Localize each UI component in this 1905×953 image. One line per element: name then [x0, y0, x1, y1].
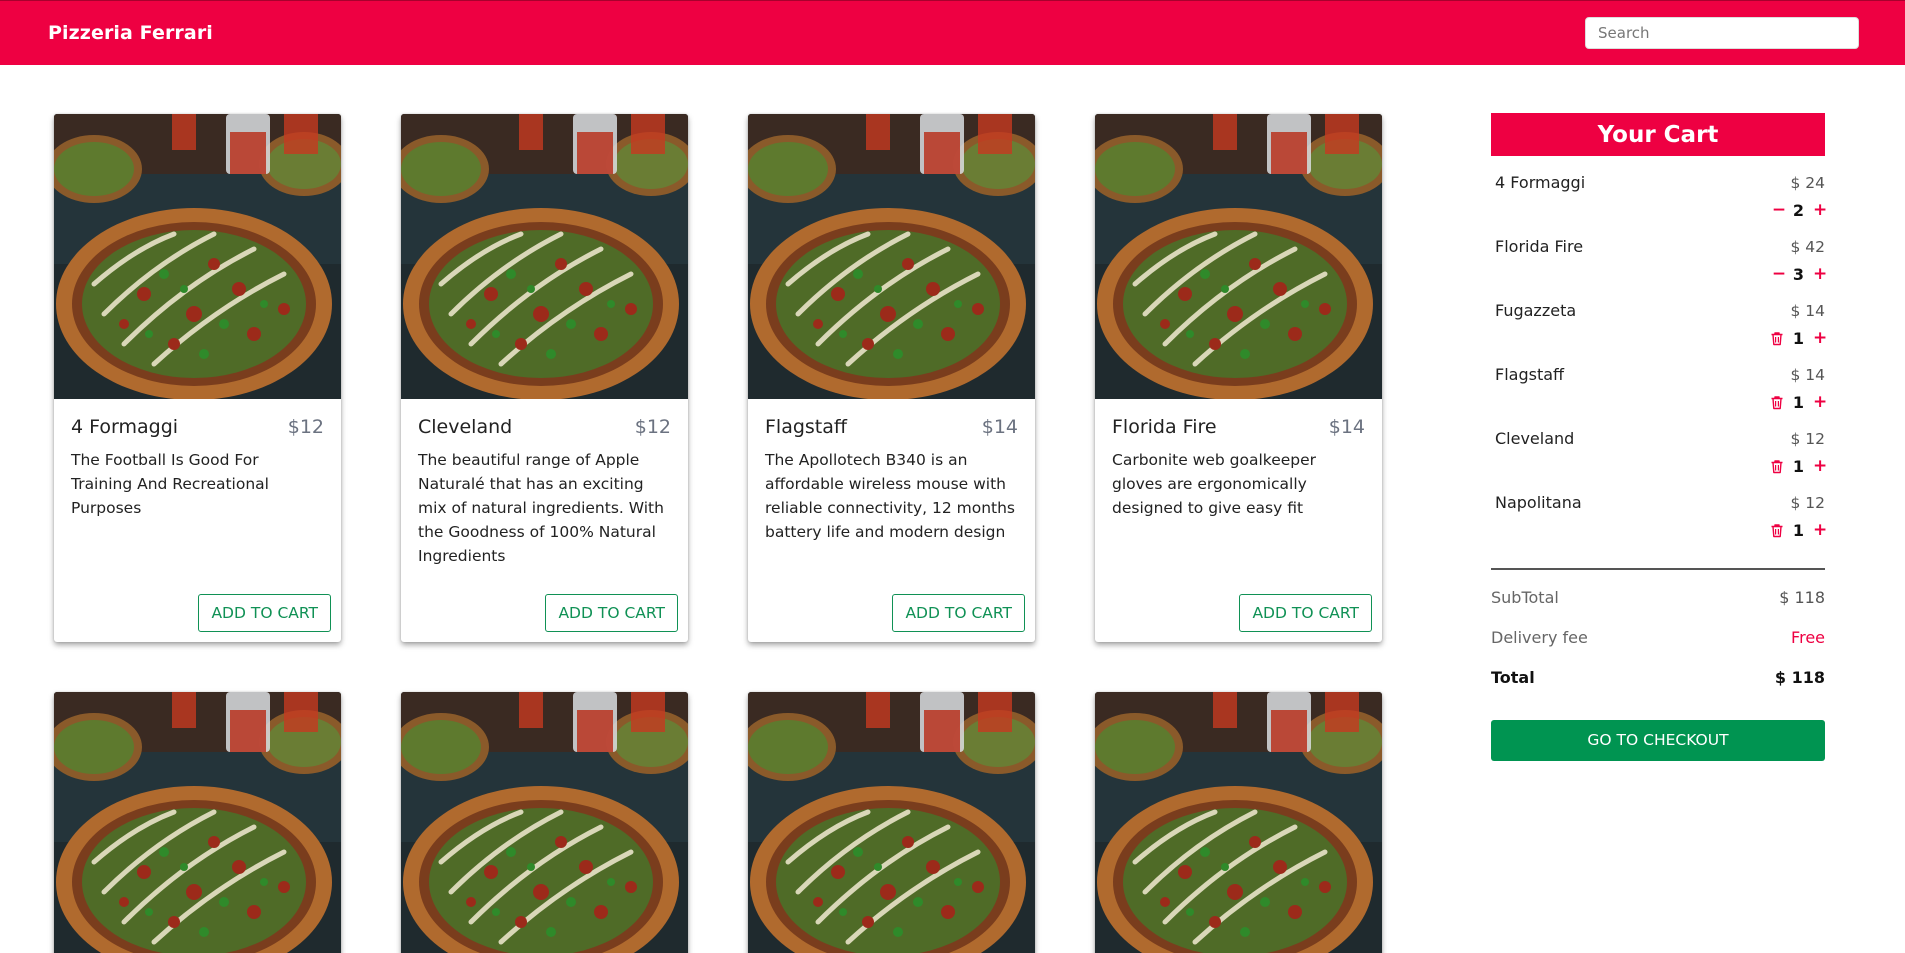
cart-item-quantity: 1: [1792, 520, 1804, 540]
product-card: Cleveland $12 The beautiful range of App…: [401, 114, 688, 642]
product-card: [401, 692, 688, 953]
cart-item-name: Fugazzeta: [1495, 301, 1577, 320]
pizza-image: [1095, 692, 1382, 953]
delivery-label: Delivery fee: [1491, 628, 1588, 647]
product-grid: 4 Formaggi $12 The Football Is Good For …: [54, 114, 1382, 953]
pizza-image: [54, 692, 341, 953]
product-card: Florida Fire $14 Carbonite web goalkeepe…: [1095, 114, 1382, 642]
pizza-image: [401, 114, 688, 399]
pizza-image: [748, 114, 1035, 399]
cart-item-name: Flagstaff: [1495, 365, 1565, 384]
cart-item-price: $ 24: [1790, 174, 1825, 192]
pizza-image: [54, 114, 341, 399]
add-to-cart-button[interactable]: ADD TO CART: [198, 594, 331, 632]
subtotal-row: SubTotal $ 118: [1491, 578, 1825, 618]
product-price: $14: [981, 416, 1018, 438]
trash-icon[interactable]: [1770, 331, 1784, 346]
trash-icon[interactable]: [1770, 395, 1784, 410]
plus-icon[interactable]: +: [1813, 456, 1827, 476]
plus-icon[interactable]: +: [1813, 328, 1827, 348]
delivery-value: Free: [1791, 628, 1825, 647]
trash-icon[interactable]: [1770, 459, 1784, 474]
product-card: [54, 692, 341, 953]
product-card: Flagstaff $14 The Apollotech B340 is an …: [748, 114, 1035, 642]
product-description: The Football Is Good For Training And Re…: [71, 451, 269, 517]
plus-icon[interactable]: +: [1813, 520, 1827, 540]
product-name: Florida Fire: [1112, 416, 1217, 438]
cart-item-quantity: 1: [1792, 392, 1804, 412]
cart-item: Napolitana $ 12 1 +: [1491, 492, 1827, 556]
add-to-cart-button[interactable]: ADD TO CART: [1239, 594, 1372, 632]
pizza-image: [1095, 114, 1382, 399]
cart-items: 4 Formaggi $ 24 − 2 + Florida Fire $ 42 …: [1491, 156, 1827, 556]
total-row: Total $ 118: [1491, 658, 1825, 698]
top-navbar: Pizzeria Ferrari: [0, 0, 1905, 65]
product-price: $12: [634, 416, 671, 438]
search-input[interactable]: [1585, 17, 1859, 49]
cart-panel: Your Cart 4 Formaggi $ 24 − 2 + Florida …: [1491, 113, 1827, 761]
brand-logo-text[interactable]: Pizzeria Ferrari: [48, 22, 213, 44]
product-card: [748, 692, 1035, 953]
cart-item: 4 Formaggi $ 24 − 2 +: [1491, 172, 1827, 236]
cart-item-name: Florida Fire: [1495, 237, 1584, 256]
minus-icon[interactable]: −: [1772, 200, 1786, 220]
cart-item-price: $ 12: [1790, 430, 1825, 448]
cart-title: Your Cart: [1491, 113, 1825, 156]
cart-item-price: $ 14: [1790, 366, 1825, 384]
delivery-row: Delivery fee Free: [1491, 618, 1825, 658]
cart-item: Florida Fire $ 42 − 3 +: [1491, 236, 1827, 300]
plus-icon[interactable]: +: [1813, 264, 1827, 284]
cart-item: Fugazzeta $ 14 1 +: [1491, 300, 1827, 364]
cart-item-name: Cleveland: [1495, 429, 1575, 448]
product-description: The beautiful range of Apple Naturalé th…: [418, 451, 664, 565]
product-card: [1095, 692, 1382, 953]
total-label: Total: [1491, 668, 1535, 687]
product-price: $12: [287, 416, 324, 438]
pizza-image: [748, 692, 1035, 953]
plus-icon[interactable]: +: [1813, 392, 1827, 412]
cart-item-price: $ 14: [1790, 302, 1825, 320]
cart-item-quantity: 2: [1792, 200, 1804, 220]
total-value: $ 118: [1774, 668, 1825, 687]
add-to-cart-button[interactable]: ADD TO CART: [892, 594, 1025, 632]
trash-icon[interactable]: [1770, 523, 1784, 538]
product-description: Carbonite web goalkeeper gloves are ergo…: [1112, 451, 1317, 517]
checkout-button[interactable]: GO TO CHECKOUT: [1491, 719, 1825, 761]
cart-item-quantity: 1: [1792, 328, 1804, 348]
cart-item-price: $ 12: [1790, 494, 1825, 512]
product-card: 4 Formaggi $12 The Football Is Good For …: [54, 114, 341, 642]
cart-item: Flagstaff $ 14 1 +: [1491, 364, 1827, 428]
subtotal-label: SubTotal: [1491, 588, 1559, 607]
product-description: The Apollotech B340 is an affordable wir…: [765, 451, 1015, 541]
pizza-image: [401, 692, 688, 953]
product-name: 4 Formaggi: [71, 416, 179, 438]
product-name: Cleveland: [418, 416, 513, 438]
cart-item-name: Napolitana: [1495, 493, 1582, 512]
add-to-cart-button[interactable]: ADD TO CART: [545, 594, 678, 632]
product-price: $14: [1328, 416, 1365, 438]
cart-item-price: $ 42: [1790, 238, 1825, 256]
cart-item-quantity: 1: [1792, 456, 1804, 476]
product-name: Flagstaff: [765, 416, 847, 438]
cart-item: Cleveland $ 12 1 +: [1491, 428, 1827, 492]
plus-icon[interactable]: +: [1813, 200, 1827, 220]
cart-item-quantity: 3: [1792, 264, 1804, 284]
subtotal-value: $ 118: [1779, 588, 1825, 607]
cart-item-name: 4 Formaggi: [1495, 173, 1586, 192]
minus-icon[interactable]: −: [1772, 264, 1786, 284]
